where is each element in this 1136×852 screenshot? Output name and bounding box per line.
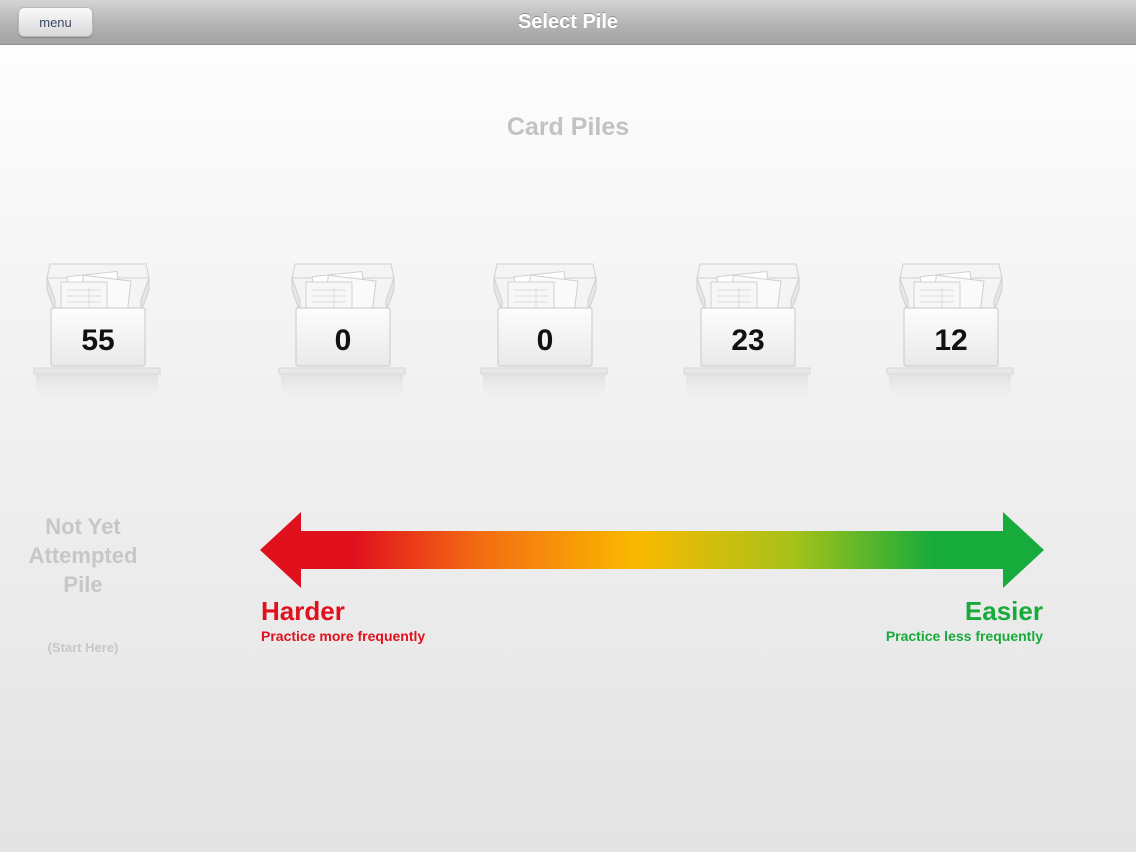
easier-label: Easier	[964, 596, 1043, 626]
pile-count: 12	[934, 324, 968, 357]
pile-2[interactable]: 0	[480, 262, 610, 412]
start-here-hint: (Start Here)	[47, 640, 119, 655]
nav-title: Select Pile	[517, 11, 619, 33]
pile-4[interactable]: 12	[886, 262, 1016, 412]
harder-label: Harder	[261, 596, 345, 626]
easier-sublabel: Practice less frequently	[885, 628, 1043, 644]
menu-button[interactable]: menu	[18, 7, 93, 37]
pile-count: 0	[536, 324, 554, 357]
pile-not-attempted[interactable]: 55	[33, 262, 163, 412]
not-yet-line2: Attempted	[28, 543, 138, 568]
pile-1[interactable]: 0	[278, 262, 408, 412]
difficulty-arrow	[260, 512, 1044, 588]
page-title: Card Piles	[506, 113, 630, 141]
navigation-bar: Select Pile menu	[0, 0, 1136, 45]
harder-sublabel: Practice more frequently	[261, 628, 426, 644]
not-yet-line3: Pile	[63, 572, 103, 597]
pile-count: 23	[731, 324, 765, 357]
pile-count: 0	[334, 324, 352, 357]
pile-3[interactable]: 23	[683, 262, 813, 412]
not-yet-attempted-label: Not Yet Attempted Pile	[8, 512, 158, 599]
pile-count: 55	[81, 324, 115, 357]
not-yet-line1: Not Yet	[45, 514, 121, 539]
